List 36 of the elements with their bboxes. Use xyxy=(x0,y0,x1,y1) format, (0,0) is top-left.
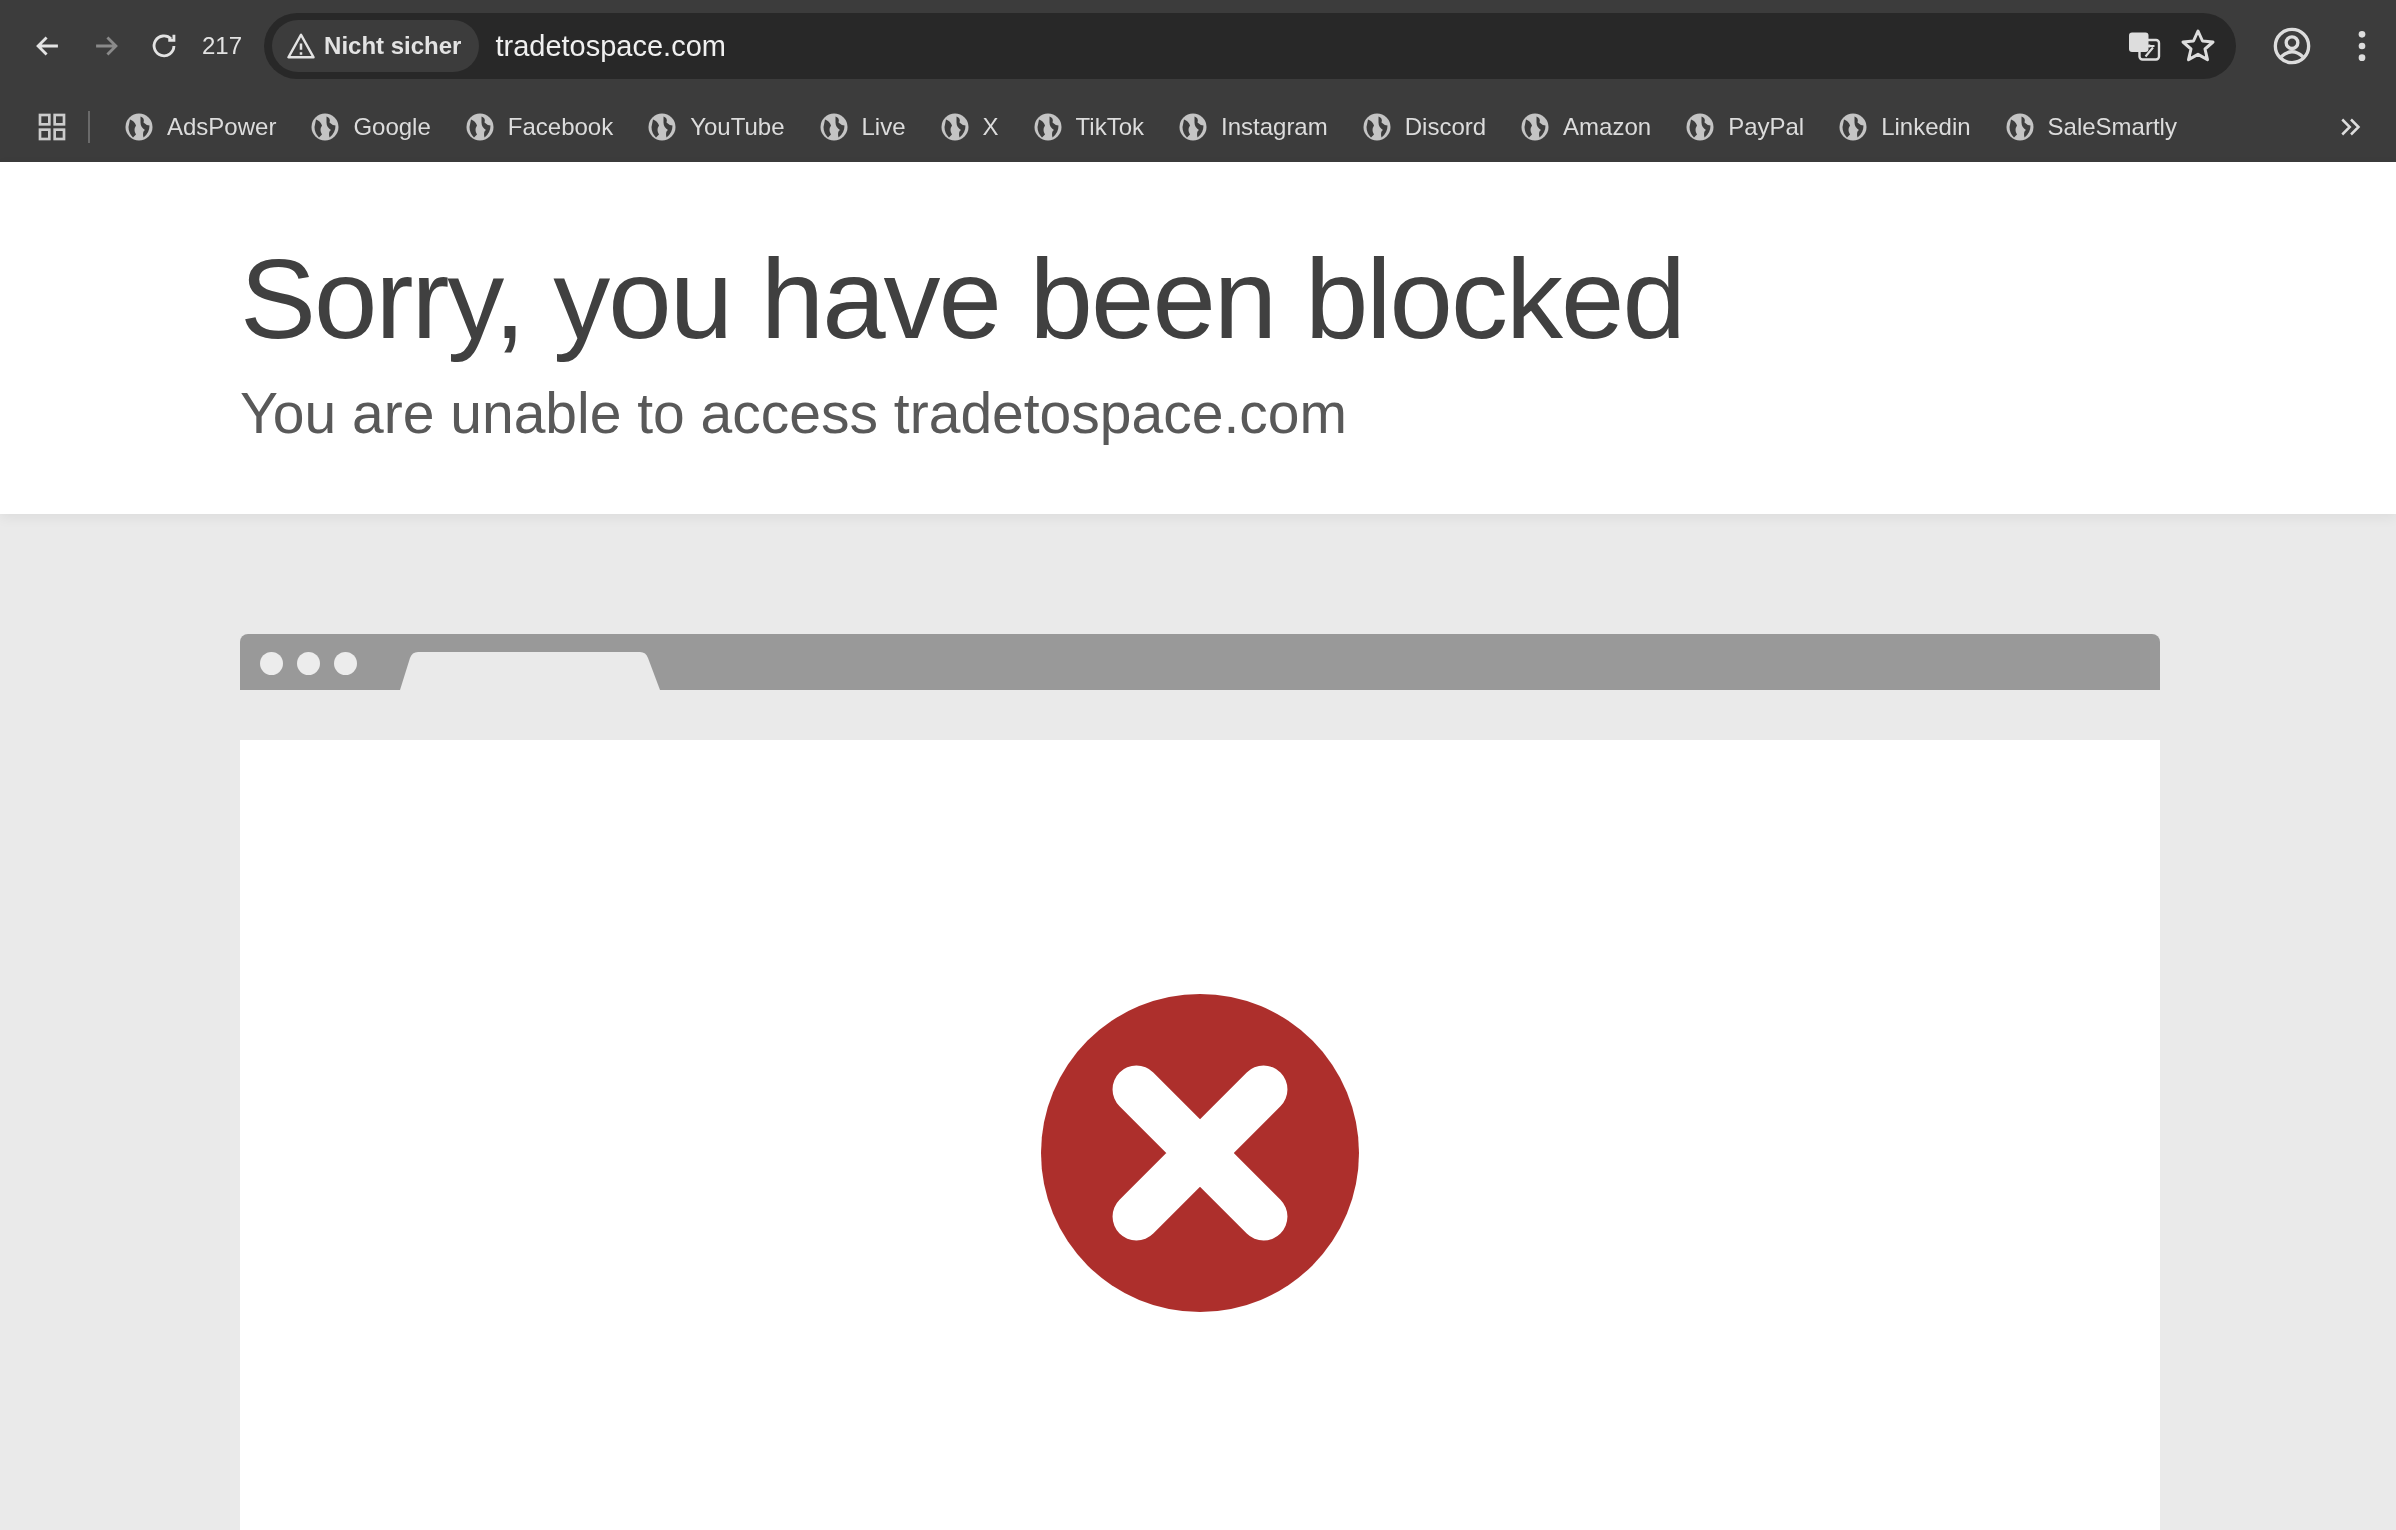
address-bar[interactable]: Nicht sicher tradetospace.com xyxy=(264,13,2236,79)
warning-icon xyxy=(286,31,317,61)
bookmark[interactable]: Linkedin xyxy=(1838,112,1971,142)
globe-icon xyxy=(1685,112,1716,142)
globe-icon xyxy=(310,112,341,142)
globe-icon xyxy=(1178,112,1208,142)
globe-icon xyxy=(1361,112,1392,142)
profile-icon[interactable] xyxy=(2272,26,2312,66)
globe-icon xyxy=(647,112,678,142)
globe-icon xyxy=(464,112,495,142)
globe-icon xyxy=(939,112,970,142)
bookmark[interactable]: Instagram xyxy=(1178,112,1328,142)
bookmark[interactable]: Amazon xyxy=(1520,112,1652,142)
globe-icon xyxy=(1520,112,1551,142)
apps-icon[interactable] xyxy=(36,111,68,143)
security-chip[interactable]: Nicht sicher xyxy=(272,20,480,72)
page-subtitle: You are unable to access tradetospace.com xyxy=(240,380,1348,448)
globe-icon xyxy=(1032,112,1063,142)
error-icon xyxy=(1041,994,1359,1312)
bookmark[interactable]: PayPal xyxy=(1685,112,1805,142)
globe-icon xyxy=(124,112,154,142)
bookmark[interactable]: AdsPower xyxy=(124,112,277,142)
bookmark[interactable]: Live xyxy=(818,112,906,142)
globe-icon xyxy=(818,112,849,142)
tab-count: 217 xyxy=(202,32,243,60)
globe-icon xyxy=(1838,112,1869,142)
bookmark[interactable]: YouTube xyxy=(647,112,785,142)
bookmark[interactable]: TikTok xyxy=(1032,112,1144,142)
url-text: tradetospace.com xyxy=(495,29,727,63)
globe-icon xyxy=(2004,112,2035,142)
bookmark[interactable]: Facebook xyxy=(464,112,614,142)
bookmark[interactable]: Discord xyxy=(1361,112,1487,142)
page-title: Sorry, you have been blocked xyxy=(240,236,1685,362)
bookmark[interactable]: X xyxy=(939,112,999,142)
bookmark[interactable]: SaleSmartly xyxy=(2004,112,2177,142)
bookmark[interactable]: Google xyxy=(310,112,431,142)
